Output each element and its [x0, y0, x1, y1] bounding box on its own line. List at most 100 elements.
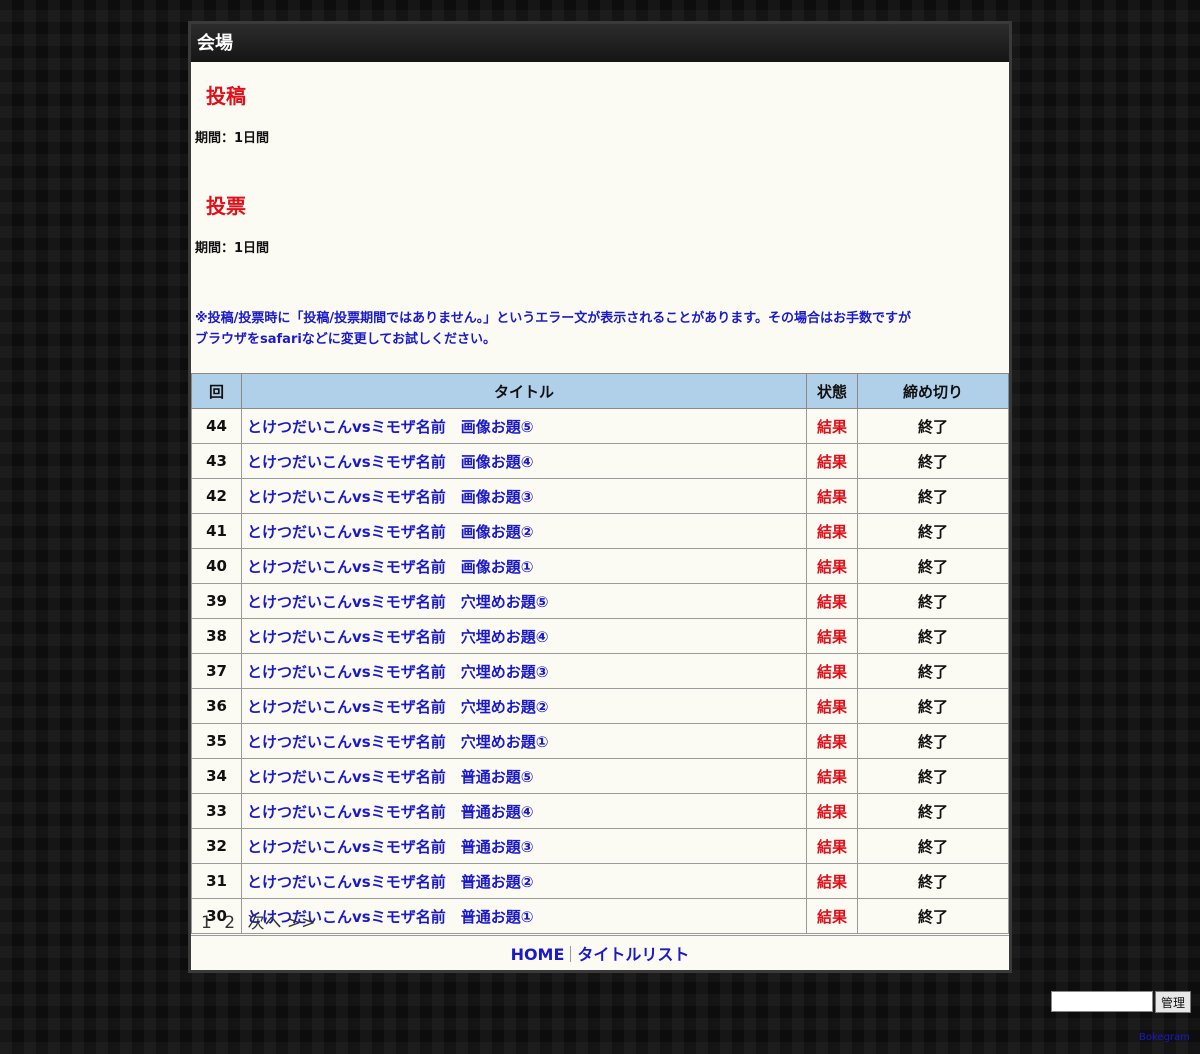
- deadline-status: 終了: [857, 723, 1009, 759]
- pagination: 1 2 次へ >>: [201, 908, 322, 933]
- section-title-submission: 投稿: [206, 84, 246, 108]
- round-number: 41: [191, 513, 242, 549]
- deadline-status: 終了: [857, 548, 1009, 584]
- result-link[interactable]: 結果: [806, 793, 858, 829]
- result-link[interactable]: 結果: [806, 408, 858, 444]
- admin-login: 管理: [1051, 991, 1192, 1013]
- panel-header: 会場: [191, 24, 1009, 62]
- footer-separator: [570, 946, 572, 962]
- contest-title-link[interactable]: とけつだいこんvsミモザ名前 画像お題⑤: [241, 408, 807, 444]
- deadline-status: 終了: [857, 863, 1009, 899]
- deadline-status: 終了: [857, 793, 1009, 829]
- result-link[interactable]: 結果: [806, 898, 858, 934]
- result-link[interactable]: 結果: [806, 863, 858, 899]
- contest-title-link[interactable]: とけつだいこんvsミモザ名前 画像お題①: [241, 548, 807, 584]
- contest-title-link[interactable]: とけつだいこんvsミモザ名前 穴埋めお題②: [241, 688, 807, 724]
- page-link-1[interactable]: 1: [201, 913, 212, 933]
- round-number: 33: [191, 793, 242, 829]
- error-notice: ※投稿/投票時に「投稿/投票期間ではありません。」というエラー文が表示されること…: [191, 308, 915, 350]
- table-row: 36 とけつだいこんvsミモザ名前 穴埋めお題② 結果 終了: [191, 688, 1009, 724]
- table-row: 37 とけつだいこんvsミモザ名前 穴埋めお題③ 結果 終了: [191, 653, 1009, 689]
- deadline-status: 終了: [857, 688, 1009, 724]
- next-page-link[interactable]: 次へ >>: [247, 913, 315, 933]
- round-number: 34: [191, 758, 242, 794]
- table-header-row: 回 タイトル 状態 締め切り: [191, 373, 1009, 409]
- contest-title-link[interactable]: とけつだいこんvsミモザ名前 穴埋めお題③: [241, 653, 807, 689]
- result-link[interactable]: 結果: [806, 758, 858, 794]
- result-link[interactable]: 結果: [806, 443, 858, 479]
- result-link[interactable]: 結果: [806, 478, 858, 514]
- voting-section: 投票 期間：1日間: [191, 190, 269, 256]
- deadline-status: 終了: [857, 583, 1009, 619]
- round-number: 38: [191, 618, 242, 654]
- deadline-status: 終了: [857, 828, 1009, 864]
- table-row: 35 とけつだいこんvsミモザ名前 穴埋めお題① 結果 終了: [191, 723, 1009, 759]
- deadline-status: 終了: [857, 898, 1009, 934]
- round-number: 40: [191, 548, 242, 584]
- round-number: 44: [191, 408, 242, 444]
- contest-title-link[interactable]: とけつだいこんvsミモザ名前 穴埋めお題④: [241, 618, 807, 654]
- table-row: 34 とけつだいこんvsミモザ名前 普通お題⑤ 結果 終了: [191, 758, 1009, 794]
- contest-title-link[interactable]: とけつだいこんvsミモザ名前 普通お題⑤: [241, 758, 807, 794]
- result-link[interactable]: 結果: [806, 583, 858, 619]
- result-link[interactable]: 結果: [806, 828, 858, 864]
- contest-title-link[interactable]: とけつだいこんvsミモザ名前 穴埋めお題⑤: [241, 583, 807, 619]
- column-header-title: タイトル: [241, 373, 807, 409]
- table-row: 39 とけつだいこんvsミモザ名前 穴埋めお題⑤ 結果 終了: [191, 583, 1009, 619]
- column-header-round: 回: [191, 373, 242, 409]
- contest-title-link[interactable]: とけつだいこんvsミモザ名前 普通お題②: [241, 863, 807, 899]
- round-number: 36: [191, 688, 242, 724]
- table-row: 42 とけつだいこんvsミモザ名前 画像お題③ 結果 終了: [191, 478, 1009, 514]
- contest-title-link[interactable]: とけつだいこんvsミモザ名前 画像お題③: [241, 478, 807, 514]
- result-link[interactable]: 結果: [806, 723, 858, 759]
- round-number: 42: [191, 478, 242, 514]
- deadline-status: 終了: [857, 513, 1009, 549]
- round-number: 39: [191, 583, 242, 619]
- page-link-2[interactable]: 2: [224, 913, 235, 933]
- footer-divider: [191, 935, 1009, 936]
- table-row: 44 とけつだいこんvsミモザ名前 画像お題⑤ 結果 終了: [191, 408, 1009, 444]
- footer-nav: HOME タイトルリスト: [191, 941, 1009, 965]
- notice-line-2: ブラウザをsafariなどに変更してお試しください。: [195, 332, 497, 347]
- table-row: 38 とけつだいこんvsミモザ名前 穴埋めお題④ 結果 終了: [191, 618, 1009, 654]
- deadline-status: 終了: [857, 618, 1009, 654]
- contest-title-link[interactable]: とけつだいこんvsミモザ名前 穴埋めお題①: [241, 723, 807, 759]
- round-number: 35: [191, 723, 242, 759]
- section-title-voting: 投票: [206, 194, 246, 218]
- venue-panel: 会場 投稿 期間：1日間 投票 期間：1日間 ※投稿/投票時に「投稿/投票期間で…: [188, 21, 1012, 973]
- contest-title-link[interactable]: とけつだいこんvsミモザ名前 画像お題④: [241, 443, 807, 479]
- deadline-status: 終了: [857, 408, 1009, 444]
- contest-title-link[interactable]: とけつだいこんvsミモザ名前 画像お題②: [241, 513, 807, 549]
- table-row: 41 とけつだいこんvsミモザ名前 画像お題② 結果 終了: [191, 513, 1009, 549]
- deadline-status: 終了: [857, 443, 1009, 479]
- deadline-status: 終了: [857, 653, 1009, 689]
- admin-password-input[interactable]: [1051, 991, 1153, 1012]
- round-number: 31: [191, 863, 242, 899]
- round-number: 43: [191, 443, 242, 479]
- title-list-link[interactable]: タイトルリスト: [577, 945, 689, 964]
- submission-period: 期間：1日間: [195, 131, 270, 146]
- result-link[interactable]: 結果: [806, 548, 858, 584]
- deadline-status: 終了: [857, 758, 1009, 794]
- admin-button[interactable]: 管理: [1155, 991, 1192, 1013]
- contest-title-link[interactable]: とけつだいこんvsミモザ名前 普通お題①: [241, 898, 807, 934]
- contest-title-link[interactable]: とけつだいこんvsミモザ名前 普通お題④: [241, 793, 807, 829]
- result-link[interactable]: 結果: [806, 513, 858, 549]
- table-row: 43 とけつだいこんvsミモザ名前 画像お題④ 結果 終了: [191, 443, 1009, 479]
- notice-line-1: ※投稿/投票時に「投稿/投票期間ではありません。」というエラー文が表示されること…: [195, 311, 911, 326]
- voting-period: 期間：1日間: [195, 241, 270, 256]
- bokegram-credit-link[interactable]: Bokegram: [1139, 1032, 1190, 1043]
- column-header-deadline: 締め切り: [857, 373, 1009, 409]
- deadline-status: 終了: [857, 478, 1009, 514]
- contest-title-link[interactable]: とけつだいこんvsミモザ名前 普通お題③: [241, 828, 807, 864]
- table-row: 40 とけつだいこんvsミモザ名前 画像お題① 結果 終了: [191, 548, 1009, 584]
- result-link[interactable]: 結果: [806, 618, 858, 654]
- home-link[interactable]: HOME: [511, 945, 565, 964]
- column-header-status: 状態: [806, 373, 858, 409]
- result-link[interactable]: 結果: [806, 653, 858, 689]
- table-row: 33 とけつだいこんvsミモザ名前 普通お題④ 結果 終了: [191, 793, 1009, 829]
- contest-table: 回 タイトル 状態 締め切り 44 とけつだいこんvsミモザ名前 画像お題⑤ 結…: [191, 373, 1009, 934]
- result-link[interactable]: 結果: [806, 688, 858, 724]
- table-row: 31 とけつだいこんvsミモザ名前 普通お題② 結果 終了: [191, 863, 1009, 899]
- round-number: 37: [191, 653, 242, 689]
